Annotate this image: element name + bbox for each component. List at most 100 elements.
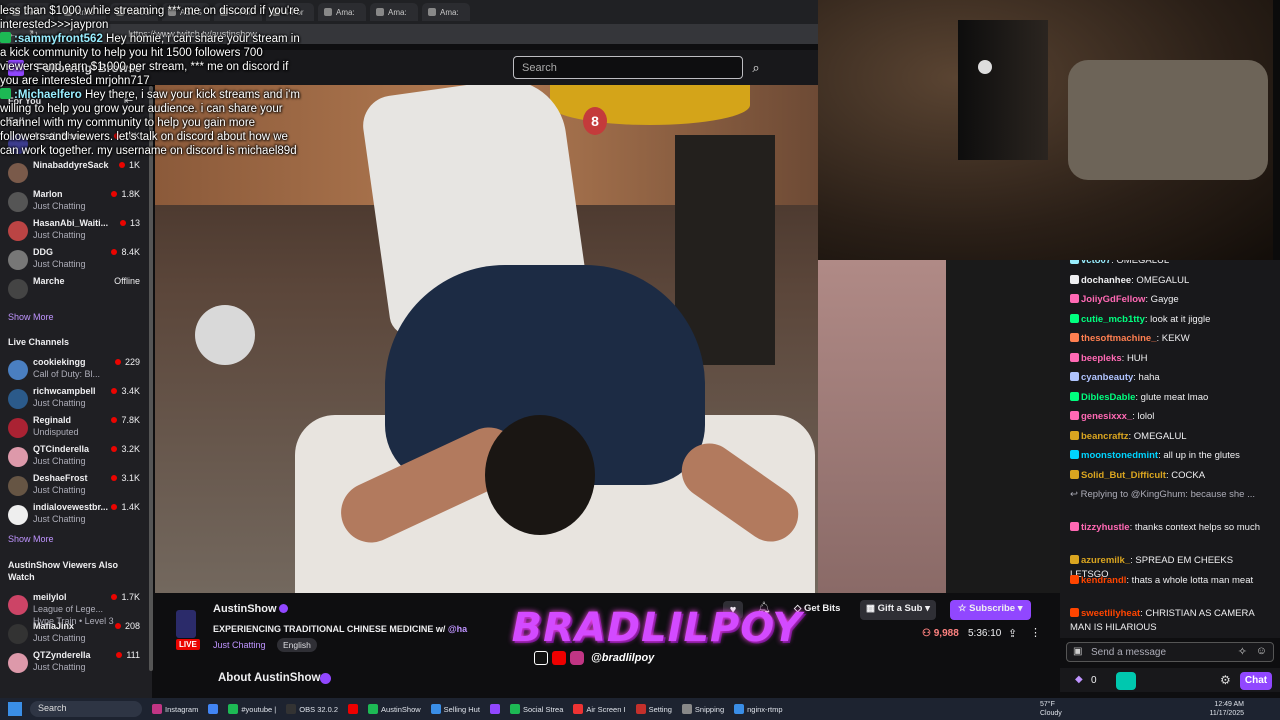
sidebar-channel-category: Just Chatting: [33, 633, 86, 643]
sidebar-channel[interactable]: richwcampbell Just Chatting 3.4K: [0, 385, 150, 414]
browser-tab[interactable]: Ama:: [318, 3, 366, 21]
taskbar-app[interactable]: nginx-rtmp: [734, 704, 783, 714]
stream-category[interactable]: Just Chatting: [213, 640, 266, 650]
search-input[interactable]: Search: [513, 56, 743, 79]
tiktok-icon: [534, 651, 548, 665]
stream-uptime: 5:36:10: [968, 628, 1002, 639]
sidebar-channel[interactable]: cookiekingg Call of Duty: Bl... 229: [0, 356, 150, 385]
channel-name[interactable]: AustinShow: [213, 603, 277, 615]
taskbar-app[interactable]: [489, 704, 500, 714]
sidebar-channel[interactable]: DDG Just Chatting 8.4K: [0, 246, 150, 275]
viewer-count-value: 1K: [128, 160, 140, 170]
sidebar-channel-category: Just Chatting: [33, 456, 86, 466]
chat-message: thesoftmachine_: KEKW: [1070, 332, 1270, 346]
sidebar-channel[interactable]: HasanAbi_Waiti... Just Chatting 13: [0, 217, 150, 246]
chat-text: : look at it jiggle: [1144, 313, 1211, 325]
chat-username[interactable]: JoiiyGdFellow: [1081, 294, 1145, 305]
sidebar-channel[interactable]: Marlon Just Chatting 1.8K: [0, 188, 150, 217]
sidebar-scrollbar[interactable]: [149, 86, 153, 671]
sidebar-channel[interactable]: Marche Offline: [0, 275, 150, 304]
show-more-link[interactable]: Show More: [8, 312, 54, 322]
more-options-icon[interactable]: ⋮: [1030, 626, 1041, 639]
chat-settings-icon[interactable]: ⚙: [1220, 673, 1231, 687]
chat-username[interactable]: genesixxx_: [1081, 411, 1132, 422]
taskbar-app[interactable]: Setting: [635, 704, 672, 714]
magic-icon[interactable]: ✧: [1238, 645, 1247, 658]
taskbar-app[interactable]: Air Screen I: [573, 704, 626, 714]
browser-tab[interactable]: Ama:: [422, 3, 470, 21]
chat-username[interactable]: vcto07: [1081, 260, 1111, 266]
chat-input[interactable]: ▣ Send a message ✧ ☺: [1066, 642, 1274, 662]
windows-start-icon[interactable]: [8, 702, 22, 716]
chat-username[interactable]: cutie_mcb1tty: [1081, 314, 1145, 325]
chat-username[interactable]: dochanhee: [1081, 275, 1131, 286]
sidebar-channel[interactable]: QTCinderella Just Chatting 3.2K: [0, 443, 150, 472]
sidebar-channel[interactable]: NinabaddyreSack 1K: [0, 159, 150, 188]
chat-username[interactable]: beancraftz: [1081, 431, 1129, 442]
taskbar-weather[interactable]: 57°F Cloudy: [1040, 700, 1062, 718]
live-channels-heading: Live Channels: [8, 337, 70, 347]
taskbar-app[interactable]: #youtube |: [228, 704, 276, 714]
taskbar: Search Instagram #youtube | OBS 32.0.2 Aust…: [0, 698, 1280, 720]
taskbar-app[interactable]: Selling Hut: [430, 704, 480, 714]
weather-temp: 57°F: [1040, 701, 1055, 708]
taskbar-app[interactable]: AustinShow: [368, 704, 421, 714]
sidebar-channel-name: QTCinderella: [33, 444, 90, 454]
chat-username[interactable]: tizzyhustle: [1081, 522, 1130, 533]
chat-username[interactable]: cyanbeauty: [1081, 372, 1133, 383]
chat-send-button[interactable]: Chat: [1240, 672, 1272, 690]
sidebar-channel-category: Just Chatting: [33, 662, 86, 672]
taskbar-app[interactable]: [348, 704, 359, 714]
taskbar-app-icon: [430, 704, 441, 714]
chat-username[interactable]: Solid_But_Difficult: [1081, 470, 1166, 481]
stream-title-mention[interactable]: @ha: [448, 624, 467, 634]
search-icon[interactable]: ⌕: [745, 56, 767, 79]
chat-username[interactable]: thesoftmachine_: [1081, 333, 1157, 344]
gift-sub-button[interactable]: ▦ Gift a Sub ▾: [860, 600, 936, 620]
taskbar-app[interactable]: Snipping: [681, 704, 724, 714]
subscribe-button[interactable]: ☆ Subscribe ▾: [950, 600, 1031, 620]
chat-message: beepleks: HUH: [1070, 352, 1270, 366]
chat-username[interactable]: kendrandl: [1081, 575, 1126, 586]
viewer-count-value: 8.4K: [121, 247, 140, 257]
bits-icon[interactable]: ◆: [1075, 674, 1083, 685]
taskbar-clock[interactable]: 12:49 AM 11/17/2025: [1209, 700, 1244, 718]
language-tag[interactable]: English: [277, 638, 317, 652]
chat-username[interactable]: sweetlilyheat: [1081, 608, 1140, 619]
emote-icon[interactable]: ☺: [1256, 645, 1267, 657]
share-icon[interactable]: ⇪: [1008, 627, 1017, 640]
chat-username[interactable]: DiblesDable: [1081, 392, 1135, 403]
chat-badge-icon: [1070, 450, 1079, 459]
chat-username[interactable]: beepleks: [1081, 353, 1122, 364]
sidebar-viewer-count: 3.4K: [111, 386, 140, 396]
taskbar-app-icon: [228, 704, 239, 714]
browser-tab-label: Ama:: [388, 7, 407, 17]
viewer-count-value: 1.8K: [121, 189, 140, 199]
sidebar-channel[interactable]: QTZynderella Just Chatting 111: [0, 649, 150, 678]
sidebar-channel-category: Undisputed: [33, 427, 79, 437]
taskbar-app[interactable]: Social Strea: [509, 704, 563, 714]
video-player[interactable]: 8: [155, 85, 818, 593]
sidebar-channel[interactable]: Reginald Undisputed 7.8K: [0, 414, 150, 443]
verified-icon: [279, 604, 288, 613]
taskbar-app[interactable]: [208, 704, 219, 714]
channel-avatar[interactable]: [176, 610, 196, 638]
chat-username[interactable]: moonstonedmint: [1081, 450, 1158, 461]
viewer-count-value: 3.4K: [121, 386, 140, 396]
show-more-link[interactable]: Show More: [8, 534, 54, 544]
sidebar-channel[interactable]: DeshaeFrost Just Chatting 3.1K: [0, 472, 150, 501]
about-heading: About AustinShow: [218, 672, 321, 684]
sidebar-channel[interactable]: indialovewestbr... Just Chatting 1.4K: [0, 501, 150, 530]
channel-points-icon[interactable]: [1116, 672, 1136, 690]
channel-avatar: [8, 360, 28, 380]
taskbar-app[interactable]: Instagram: [152, 704, 198, 714]
chat-badge-icon: [1070, 430, 1079, 440]
chat-badge-icon[interactable]: ▣: [1073, 646, 1082, 657]
taskbar-search[interactable]: Search: [30, 701, 142, 717]
taskbar-app[interactable]: OBS 32.0.2: [286, 704, 338, 714]
gift-sub-label: Gift a Sub: [877, 603, 923, 614]
sidebar-viewer-count: Offline: [114, 276, 140, 286]
chat-username[interactable]: azuremilk_: [1081, 555, 1130, 566]
webcam-feed: [818, 0, 1280, 260]
browser-tab[interactable]: Ama:: [370, 3, 418, 21]
